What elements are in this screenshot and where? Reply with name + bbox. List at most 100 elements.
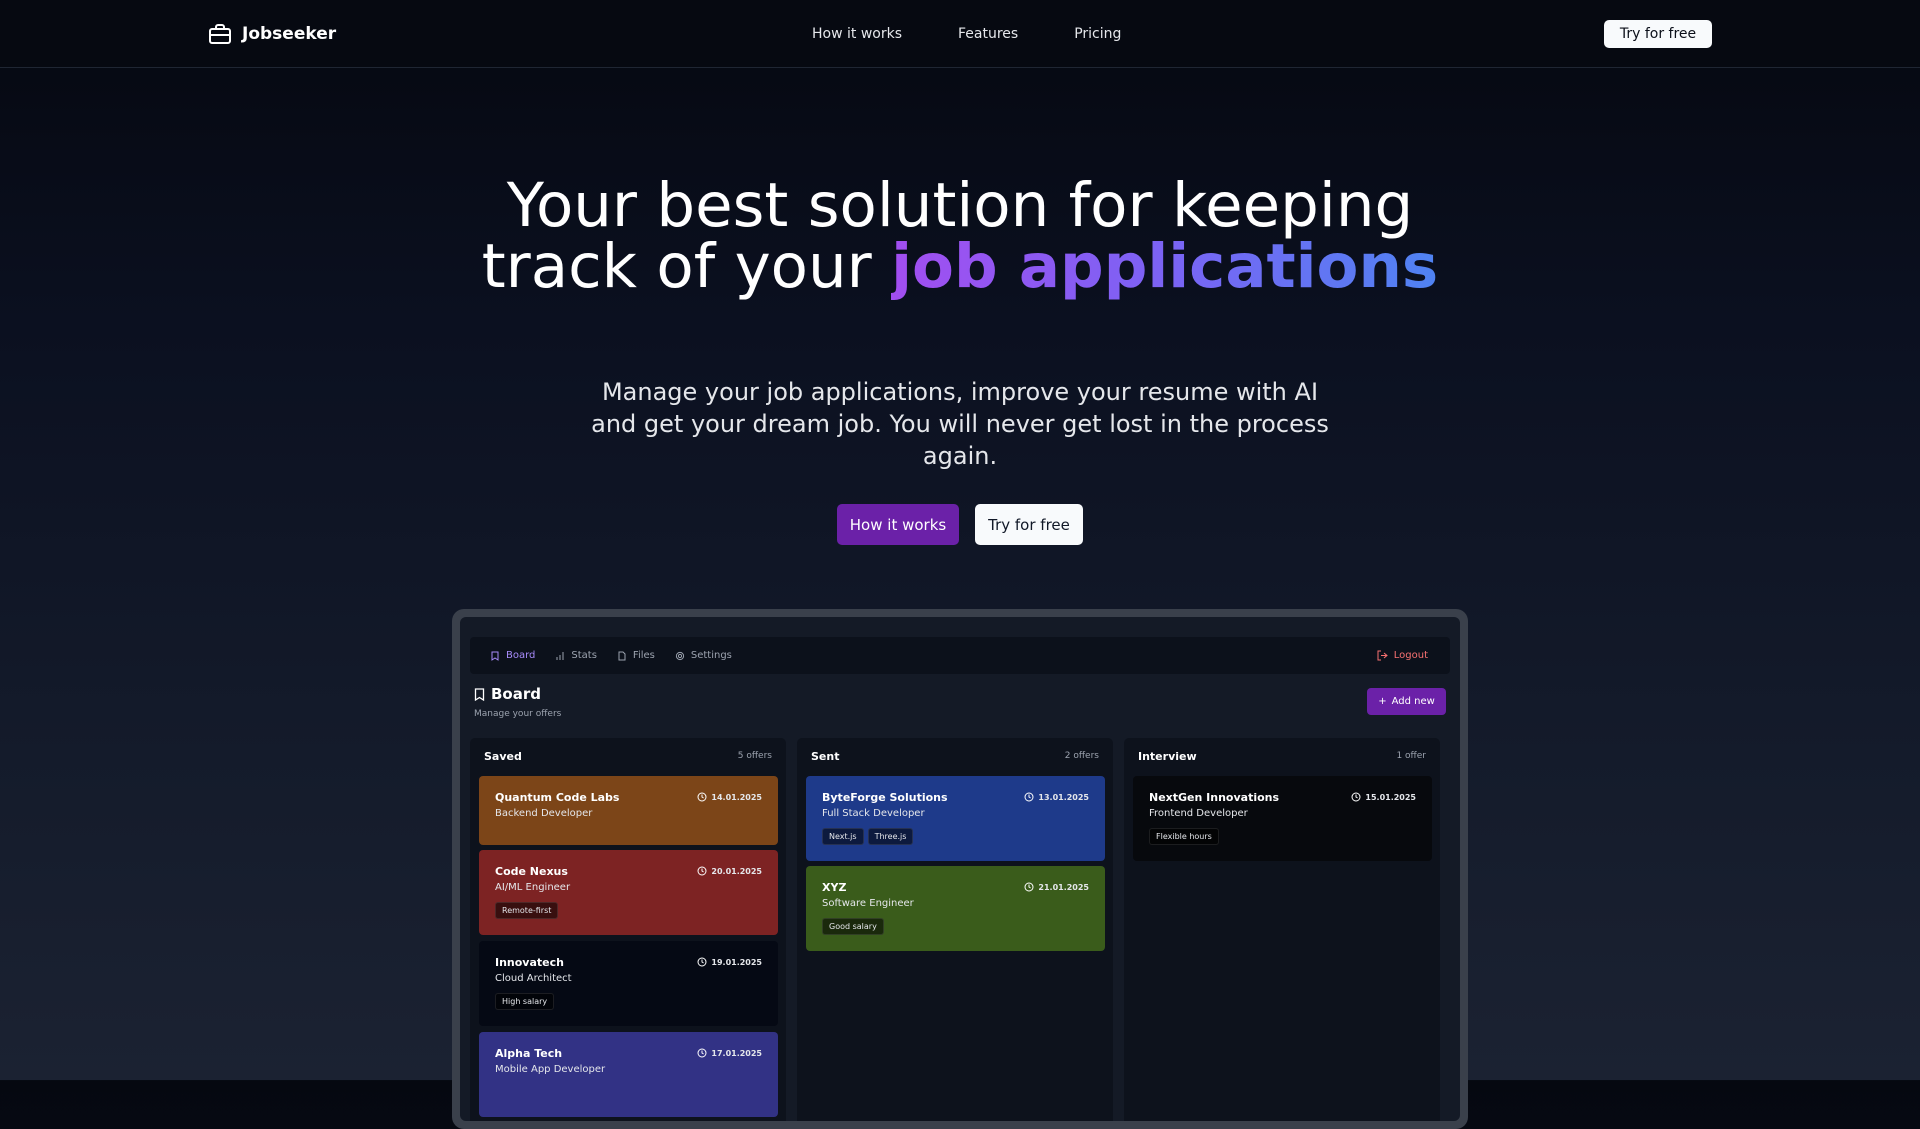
card-tag: Good salary	[822, 918, 884, 935]
clock-icon	[1024, 882, 1034, 892]
nav-try-free-button[interactable]: Try for free	[1604, 20, 1712, 48]
card-role: Cloud Architect	[495, 973, 572, 984]
card-tag: High salary	[495, 993, 555, 1010]
card-date-text: 14.01.2025	[711, 792, 762, 802]
brand-name: Jobseeker	[242, 24, 337, 44]
file-icon	[618, 651, 626, 660]
column-count: 1 offer	[1396, 751, 1426, 761]
card-date-text: 17.01.2025	[711, 1048, 762, 1058]
hero-buttons: How it works Try for free	[837, 504, 1083, 545]
app-tab-board[interactable]: Board	[490, 650, 535, 661]
card-role: AI/ML Engineer	[495, 882, 571, 893]
app-tab-settings[interactable]: Settings	[675, 650, 732, 661]
card-tag: Three.js	[867, 828, 914, 845]
nav-link-features[interactable]: Features	[958, 22, 1018, 46]
clock-icon	[1024, 792, 1034, 802]
job-card[interactable]: ByteForge Solutions Full Stack Developer…	[806, 776, 1105, 861]
logout-label: Logout	[1393, 650, 1428, 661]
card-company: Code Nexus	[495, 865, 568, 878]
add-new-label: Add new	[1391, 696, 1435, 707]
job-card[interactable]: XYZ Software Engineer 21.01.2025 Good sa…	[806, 866, 1105, 951]
card-tags: High salary	[495, 993, 555, 1010]
app-tab-label: Files	[632, 650, 655, 661]
nav-link-how-it-works[interactable]: How it works	[812, 22, 902, 46]
card-role: Software Engineer	[822, 898, 914, 909]
column-count: 2 offers	[1064, 751, 1099, 761]
logout-icon	[1377, 650, 1388, 661]
how-it-works-button[interactable]: How it works	[837, 504, 959, 545]
card-date: 20.01.2025	[697, 866, 762, 876]
hero-title-highlight: job applications	[891, 231, 1439, 302]
card-company: Innovatech	[495, 956, 564, 969]
card-date-text: 21.01.2025	[1038, 882, 1089, 892]
bookmark-icon	[474, 687, 485, 701]
nav-links: How it works Features Pricing	[812, 22, 1121, 46]
card-tag: Next.js	[822, 828, 864, 845]
brand-logo[interactable]: Jobseeker	[208, 21, 336, 47]
card-tag: Flexible hours	[1149, 828, 1219, 845]
bar-chart-icon	[556, 651, 564, 660]
board-title-text: Board	[491, 685, 541, 703]
job-card[interactable]: NextGen Innovations Frontend Developer 1…	[1133, 776, 1432, 861]
app-navbar: Board Stats Files Settings Logout	[470, 637, 1450, 674]
clock-icon	[697, 1048, 707, 1058]
card-role: Full Stack Developer	[822, 808, 925, 819]
card-company: ByteForge Solutions	[822, 791, 948, 804]
column-title: Interview	[1138, 750, 1197, 763]
card-tags: Good salary	[822, 918, 884, 935]
job-card[interactable]: Quantum Code Labs Backend Developer 14.0…	[479, 776, 778, 845]
card-date-text: 19.01.2025	[711, 957, 762, 967]
logout-button[interactable]: Logout	[1377, 637, 1428, 674]
app-tab-files[interactable]: Files	[617, 650, 655, 661]
card-date: 19.01.2025	[697, 957, 762, 967]
bookmark-icon	[491, 651, 499, 661]
app-tab-label: Stats	[571, 650, 597, 661]
card-company: Quantum Code Labs	[495, 791, 620, 804]
nav-link-pricing[interactable]: Pricing	[1074, 22, 1121, 46]
clock-icon	[1351, 792, 1361, 802]
app-tab-stats[interactable]: Stats	[555, 650, 597, 661]
clock-icon	[697, 866, 707, 876]
board-header: Board Manage your offers	[474, 685, 561, 719]
hero-subtitle: Manage your job applications, improve yo…	[591, 378, 1329, 470]
card-date-text: 20.01.2025	[711, 866, 762, 876]
card-date: 13.01.2025	[1024, 792, 1089, 802]
app-preview-frame: Board Stats Files Settings Logout Board …	[452, 609, 1468, 1129]
job-card[interactable]: Innovatech Cloud Architect 19.01.2025 Hi…	[479, 941, 778, 1026]
card-role: Frontend Developer	[1149, 808, 1248, 819]
card-tags: Next.js Three.js	[822, 828, 914, 845]
clock-icon	[697, 957, 707, 967]
card-tags: Flexible hours	[1149, 828, 1219, 845]
column-sent: Sent 2 offers ByteForge Solutions Full S…	[797, 738, 1113, 1121]
app-tab-label: Board	[506, 650, 536, 661]
card-date: 14.01.2025	[697, 792, 762, 802]
app-preview: Board Stats Files Settings Logout Board …	[460, 617, 1460, 1121]
app-tab-label: Settings	[690, 650, 732, 661]
card-company: XYZ	[822, 881, 847, 894]
job-card[interactable]: Code Nexus AI/ML Engineer 20.01.2025 Rem…	[479, 850, 778, 935]
card-tag: Remote-first	[495, 902, 559, 919]
board-subtitle: Manage your offers	[474, 709, 562, 719]
plus-icon: +	[1378, 696, 1387, 707]
column-interview: Interview 1 offer NextGen Innovations Fr…	[1124, 738, 1440, 1121]
card-date: 15.01.2025	[1351, 792, 1416, 802]
column-title: Saved	[484, 750, 522, 763]
clock-icon	[697, 792, 707, 802]
card-role: Backend Developer	[495, 808, 593, 819]
try-for-free-button[interactable]: Try for free	[975, 504, 1083, 545]
column-saved: Saved 5 offers Quantum Code Labs Backend…	[470, 738, 786, 1121]
gear-icon	[675, 651, 684, 660]
card-date: 17.01.2025	[697, 1048, 762, 1058]
card-date: 21.01.2025	[1024, 882, 1089, 892]
card-role: Mobile App Developer	[495, 1064, 606, 1075]
job-card[interactable]: Alpha Tech Mobile App Developer 17.01.20…	[479, 1032, 778, 1117]
add-new-button[interactable]: + Add new	[1367, 688, 1446, 715]
card-date-text: 13.01.2025	[1038, 792, 1089, 802]
column-count: 5 offers	[737, 751, 772, 761]
card-company: NextGen Innovations	[1149, 791, 1280, 804]
hero-title: Your best solution for keeping track of …	[460, 175, 1460, 297]
top-navbar: Jobseeker How it works Features Pricing …	[0, 0, 1920, 68]
briefcase-icon	[209, 24, 231, 44]
card-date-text: 15.01.2025	[1365, 792, 1416, 802]
board-title: Board	[474, 685, 561, 703]
